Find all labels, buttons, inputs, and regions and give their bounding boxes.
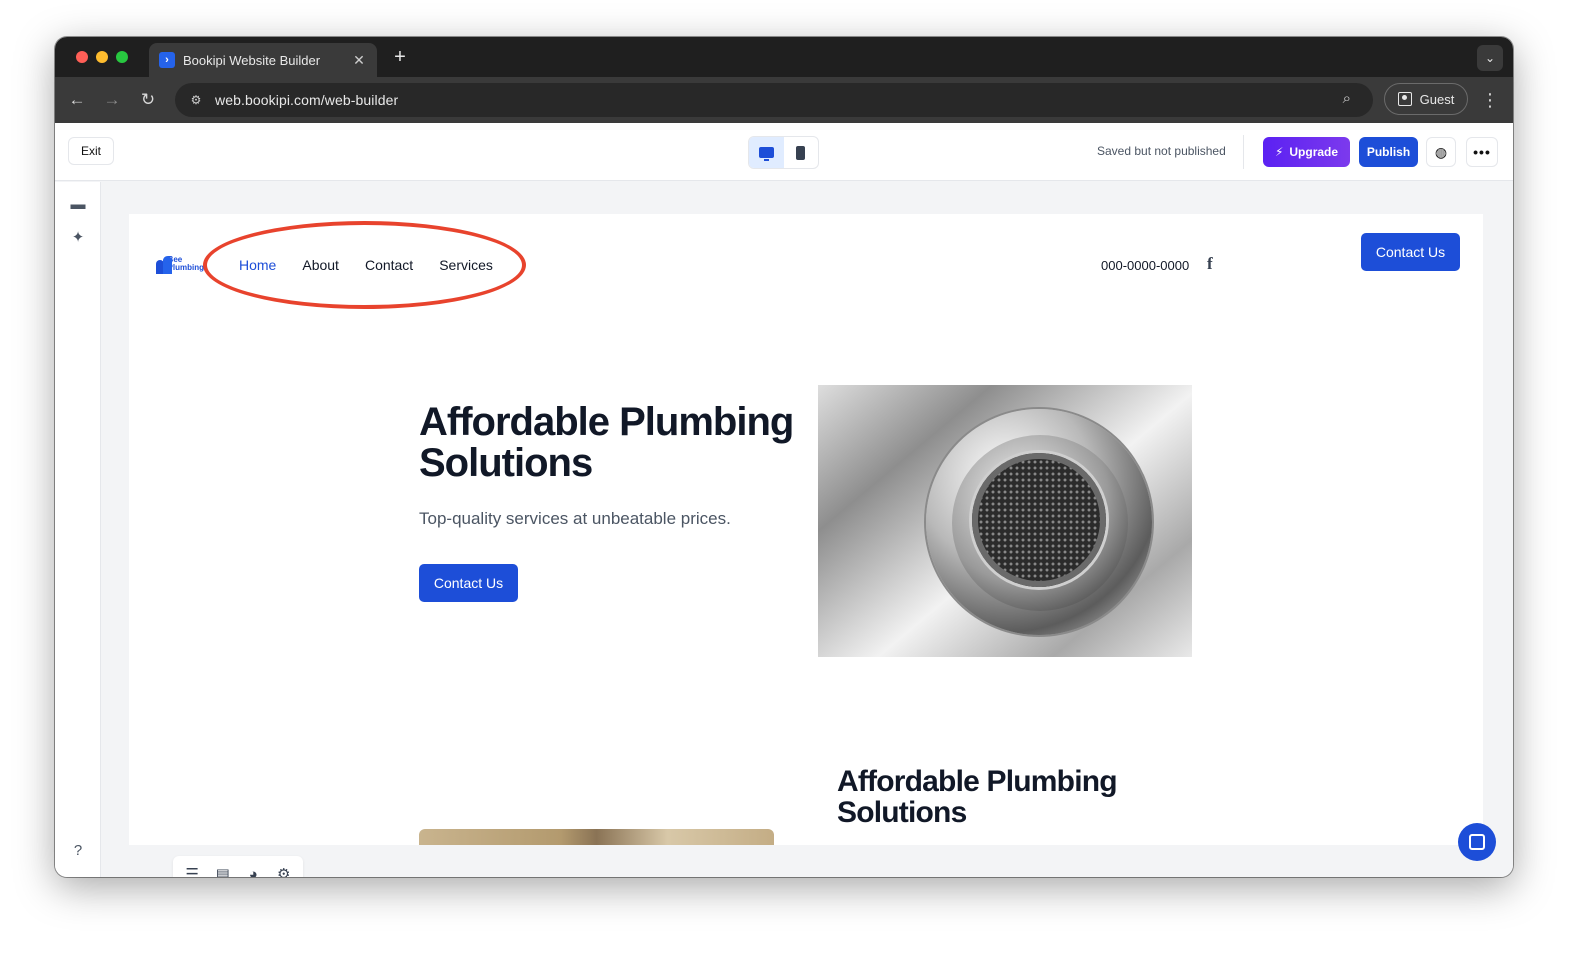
chat-support-button[interactable] bbox=[1458, 823, 1496, 861]
nav-link-about[interactable]: About bbox=[302, 257, 339, 273]
nav-link-contact[interactable]: Contact bbox=[365, 257, 413, 273]
tab-close-icon[interactable]: ✕ bbox=[351, 52, 367, 69]
phone-number: 000-0000-0000 bbox=[1101, 258, 1190, 273]
zoom-icon[interactable]: ⌕ bbox=[1343, 90, 1351, 107]
tab-strip: › Bookipi Website Builder ✕ + ⌄ bbox=[55, 37, 1513, 77]
minimize-window-button[interactable] bbox=[96, 51, 108, 63]
section2-image[interactable] bbox=[419, 829, 774, 845]
browser-window: › Bookipi Website Builder ✕ + ⌄ ← → ↻ ⚙ … bbox=[55, 37, 1513, 877]
tab-title: Bookipi Website Builder bbox=[183, 52, 321, 68]
forward-arrow-icon[interactable]: → bbox=[99, 87, 125, 113]
bookipi-favicon-icon: › bbox=[159, 52, 175, 68]
hero-subtitle: Top-quality services at unbeatable price… bbox=[419, 509, 731, 528]
comment-icon[interactable]: ▬ bbox=[68, 194, 88, 214]
close-window-button[interactable] bbox=[76, 51, 88, 63]
browser-toolbar: ← → ↻ ⚙ web.bookipi.com/web-builder ⌕ Gu… bbox=[55, 77, 1513, 123]
magic-wand-icon[interactable]: ✦ bbox=[68, 227, 88, 247]
hero-drain-image[interactable] bbox=[818, 385, 1192, 657]
new-tab-icon[interactable]: + bbox=[388, 45, 412, 69]
ellipsis-icon: ••• bbox=[1473, 144, 1491, 160]
address-bar[interactable]: ⚙ web.bookipi.com/web-builder ⌕ bbox=[175, 83, 1373, 117]
left-rail: ▬ ✦ ? bbox=[55, 182, 101, 877]
gear-icon[interactable]: ⚙ bbox=[274, 864, 294, 877]
maximize-window-button[interactable] bbox=[116, 51, 128, 63]
help-icon[interactable]: ? bbox=[68, 840, 88, 860]
profile-label: Guest bbox=[1419, 91, 1455, 107]
logo-mark-icon bbox=[154, 254, 172, 274]
reload-icon[interactable]: ↻ bbox=[135, 87, 161, 113]
list-icon[interactable]: ☰ bbox=[182, 864, 202, 877]
save-status: Saved but not published bbox=[1097, 144, 1226, 158]
more-options-button[interactable]: ••• bbox=[1466, 137, 1498, 167]
profile-button[interactable]: Guest bbox=[1384, 83, 1468, 115]
site-preview: Bee Plumbing Home About Contact Services … bbox=[129, 214, 1483, 845]
logo-text: Bee Plumbing bbox=[167, 255, 204, 272]
hero-title: Affordable Plumbing Solutions bbox=[419, 400, 794, 485]
back-arrow-icon[interactable]: ← bbox=[64, 87, 90, 113]
mobile-icon bbox=[796, 145, 806, 160]
profile-icon bbox=[1397, 92, 1412, 106]
site-logo[interactable]: Bee Plumbing bbox=[154, 252, 204, 276]
lightning-icon: ⚡ bbox=[1274, 145, 1284, 159]
browser-menu-icon[interactable]: ⋮ bbox=[1480, 87, 1500, 113]
exit-button[interactable]: Exit bbox=[68, 137, 114, 165]
globe-button[interactable]: ◍ bbox=[1426, 137, 1456, 167]
palette-icon[interactable]: ◕ bbox=[243, 864, 263, 878]
publish-button[interactable]: Publish bbox=[1359, 137, 1418, 167]
site-nav: Home About Contact Services bbox=[239, 257, 493, 273]
section2-title: Affordable Plumbing Solutions bbox=[837, 765, 1118, 829]
globe-icon: ◍ bbox=[1434, 143, 1448, 160]
nav-link-services[interactable]: Services bbox=[439, 257, 493, 273]
mobile-view-button[interactable] bbox=[784, 137, 819, 168]
facebook-icon[interactable]: f bbox=[1207, 254, 1213, 274]
desktop-icon bbox=[758, 147, 774, 161]
browser-tab[interactable]: › Bookipi Website Builder ✕ bbox=[149, 43, 377, 77]
upgrade-button[interactable]: ⚡ Upgrade bbox=[1263, 137, 1350, 167]
upgrade-label: Upgrade bbox=[1289, 145, 1339, 159]
bottom-toolbar: ☰ ▤ ◕ ⚙ bbox=[173, 856, 303, 877]
builder-canvas: Bee Plumbing Home About Contact Services … bbox=[102, 182, 1513, 877]
site-settings-icon[interactable]: ⚙ bbox=[181, 93, 211, 107]
device-toggle bbox=[748, 136, 819, 169]
chat-icon bbox=[1469, 834, 1485, 850]
nav-link-home[interactable]: Home bbox=[239, 257, 276, 273]
layers-icon[interactable]: ▤ bbox=[213, 864, 233, 877]
header-divider bbox=[1243, 135, 1244, 169]
desktop-view-button[interactable] bbox=[749, 137, 784, 168]
builder-header: Exit Saved but not published ⚡ Upgrade P… bbox=[55, 123, 1513, 181]
header-contact-button[interactable]: Contact Us bbox=[1361, 233, 1460, 271]
url-text[interactable]: web.bookipi.com/web-builder bbox=[215, 92, 398, 108]
tab-search-chevron-icon[interactable]: ⌄ bbox=[1477, 45, 1503, 71]
hero-contact-button[interactable]: Contact Us bbox=[419, 564, 518, 602]
